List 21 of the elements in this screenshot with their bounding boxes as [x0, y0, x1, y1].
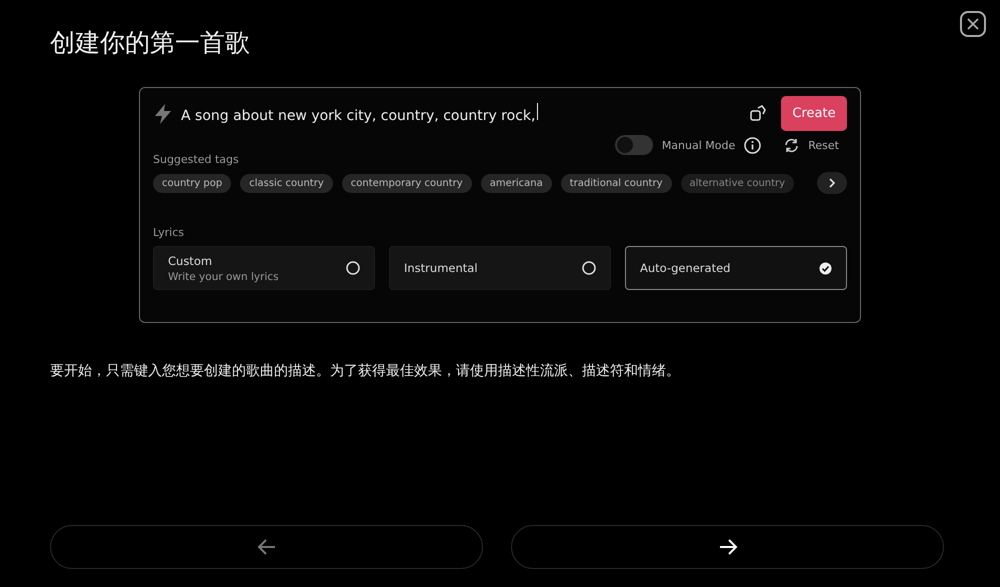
tag-chip[interactable]: traditional country [560, 174, 672, 192]
lyrics-option[interactable]: Custom Write your own lyrics [153, 246, 375, 290]
page-title: 创建你的第一首歌 [50, 27, 251, 59]
tag-chip[interactable]: alternative country [680, 174, 794, 192]
option-title: Custom [168, 254, 214, 268]
tag-chip[interactable]: classic country [240, 174, 333, 192]
option-title: Instrumental [404, 261, 479, 275]
prompt-input[interactable]: A song about new york city, country, country rock, [181, 103, 538, 124]
tag-chip[interactable]: americana [480, 174, 552, 192]
option-title: Auto-generated [640, 261, 732, 275]
option-subtitle: Write your own lyrics [168, 270, 280, 282]
create-button[interactable]: Create [781, 96, 847, 131]
manual-mode-label: Manual Mode [662, 138, 736, 152]
tag-chip[interactable]: contemporary country [342, 174, 472, 192]
instruction-text: 要开始，只需键入您想要创建的歌曲的描述。为了获得最佳效果，请使用描述性流派、描述符和情绪。 [50, 362, 681, 380]
lyrics-option[interactable]: Auto-generated [625, 246, 847, 290]
tag-chip[interactable]: country pop [153, 174, 232, 192]
lyrics-option[interactable]: Instrumental [389, 246, 611, 290]
section-label: Lyrics [153, 226, 185, 239]
section-label: Suggested tags [153, 153, 240, 166]
reset-button[interactable]: Reset [808, 138, 839, 152]
